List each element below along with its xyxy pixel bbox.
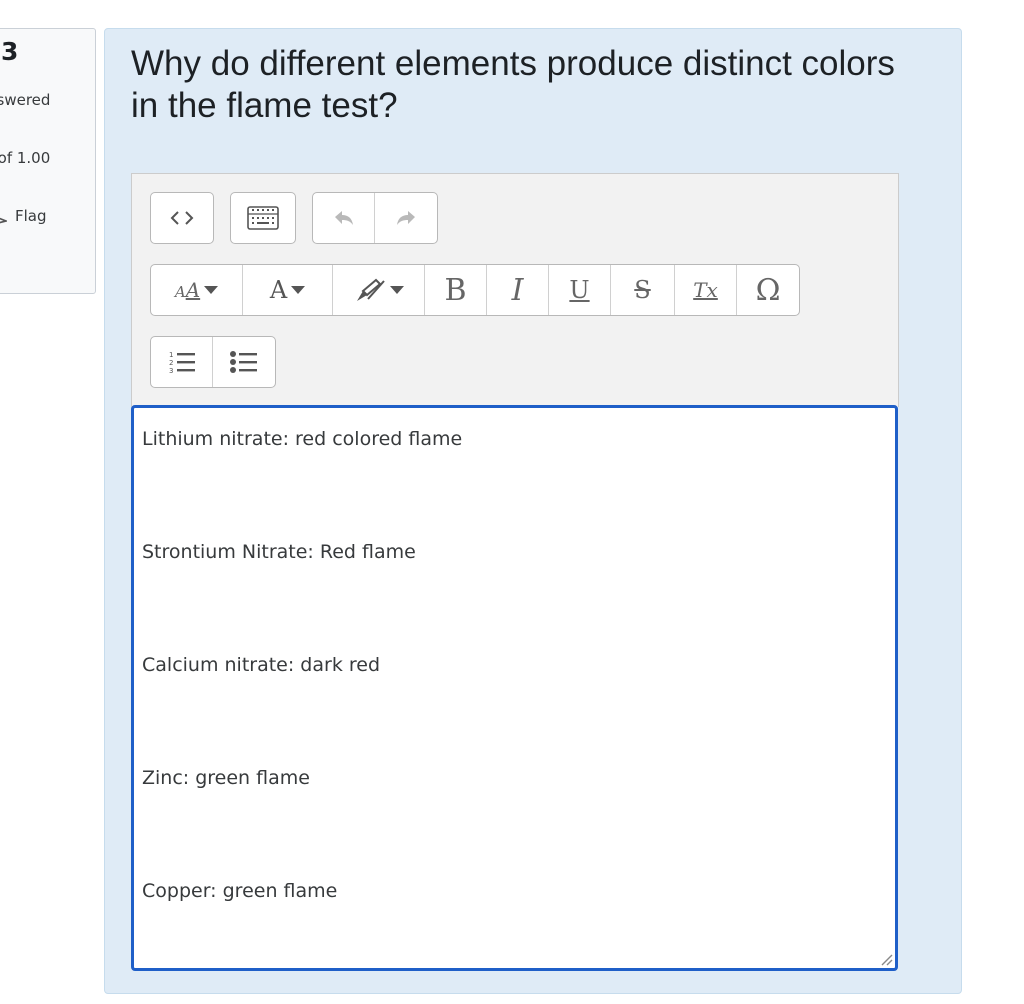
chevron-down-icon xyxy=(291,286,306,294)
answer-line: Lithium nitrate: red colored flame xyxy=(142,428,463,450)
bullet-list-button[interactable] xyxy=(213,337,275,387)
highlighter-icon xyxy=(356,278,385,301)
toolbar-toggle-button[interactable] xyxy=(231,193,295,243)
ordered-list-button[interactable]: 1 2 3 xyxy=(151,337,213,387)
question-info-panel: 3 nswered t of 1.00 Flag xyxy=(0,28,96,294)
strikethrough-button[interactable]: S xyxy=(611,265,675,315)
question-formulation: Why do different elements produce distin… xyxy=(104,28,962,994)
bullet-list-icon xyxy=(230,351,257,373)
svg-text:3: 3 xyxy=(169,367,173,375)
question-grade: t of 1.00 xyxy=(0,149,51,167)
code-icon xyxy=(170,211,194,225)
answer-line: Copper: green flame xyxy=(142,880,338,902)
chevron-down-icon xyxy=(389,286,404,294)
italic-button[interactable]: I xyxy=(487,265,549,315)
toolbar-group-source xyxy=(150,192,214,244)
keyboard-icon xyxy=(247,206,279,230)
answer-editor[interactable]: Lithium nitrate: red colored flame Stron… xyxy=(131,405,898,971)
clear-formatting-button[interactable]: Tx xyxy=(675,265,737,315)
bold-button[interactable]: B xyxy=(425,265,487,315)
toolbar-group-history xyxy=(312,192,438,244)
ordered-list-icon: 1 2 3 xyxy=(169,351,195,375)
toolbar-group-toggle xyxy=(230,192,296,244)
answer-line: Calcium nitrate: dark red xyxy=(142,654,381,676)
html-source-button[interactable] xyxy=(151,193,213,243)
svg-text:1: 1 xyxy=(169,351,173,359)
font-size-button[interactable]: AA xyxy=(151,265,243,315)
question-text: Why do different elements produce distin… xyxy=(131,44,895,125)
answer-line: Strontium Nitrate: Red flame xyxy=(142,541,416,563)
answer-line: Zinc: green flame xyxy=(142,767,310,789)
flag-icon xyxy=(0,217,7,224)
redo-icon xyxy=(397,211,415,225)
chevron-down-icon xyxy=(204,286,219,294)
font-color-icon: A xyxy=(269,276,288,304)
font-color-button[interactable]: A xyxy=(243,265,333,315)
undo-button[interactable] xyxy=(313,193,375,243)
flag-question-button[interactable]: Flag xyxy=(0,207,47,231)
special-characters-button[interactable]: Ω xyxy=(737,265,799,315)
underline-button[interactable]: U xyxy=(549,265,611,315)
editor-toolbar: AA A B I U S Tx Ω 1 2 3 xyxy=(131,173,899,407)
svg-text:2: 2 xyxy=(169,359,173,367)
redo-button[interactable] xyxy=(375,193,437,243)
flag-label: Flag xyxy=(15,207,47,225)
highlight-color-button[interactable] xyxy=(333,265,425,315)
font-size-icon: AA xyxy=(174,278,201,302)
undo-icon xyxy=(334,211,353,225)
toolbar-group-format: AA A B I U S Tx Ω xyxy=(150,264,800,316)
question-number: 3 xyxy=(1,37,19,66)
question-state: nswered xyxy=(0,91,51,109)
toolbar-group-lists: 1 2 3 xyxy=(150,336,276,388)
resize-handle-icon[interactable] xyxy=(877,950,893,966)
